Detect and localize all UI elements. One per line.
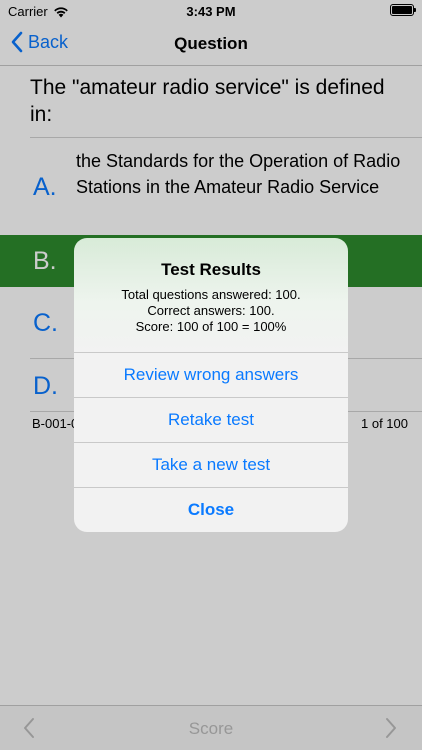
total-answered-text: Total questions answered: 100. <box>121 287 301 302</box>
dialog-header: Test Results Total questions answered: 1… <box>74 238 348 352</box>
test-results-dialog: Test Results Total questions answered: 1… <box>74 238 348 532</box>
dialog-title: Test Results <box>161 260 261 279</box>
score-text: Score: 100 of 100 = 100% <box>135 319 287 334</box>
correct-answers-text: Correct answers: 100. <box>147 303 275 318</box>
review-wrong-answers-button[interactable]: Review wrong answers <box>74 352 348 397</box>
close-button[interactable]: Close <box>74 487 348 532</box>
retake-test-button[interactable]: Retake test <box>74 397 348 442</box>
take-new-test-button[interactable]: Take a new test <box>74 442 348 487</box>
